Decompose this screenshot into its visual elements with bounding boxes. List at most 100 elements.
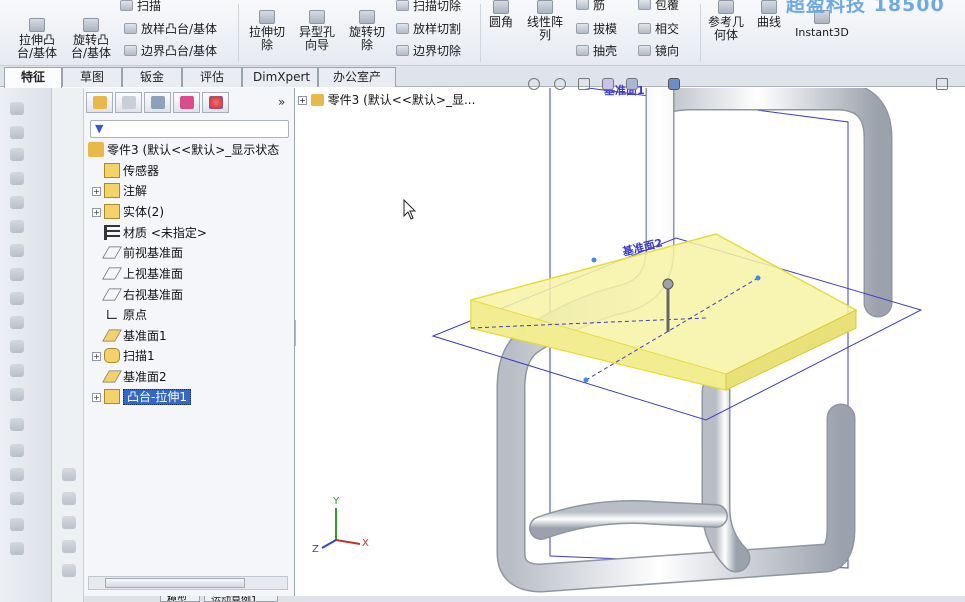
breadcrumb[interactable]: + 零件3 (默认<<默认>_显...	[298, 91, 475, 108]
tree-item-plane2[interactable]: 基准面2	[92, 367, 167, 387]
tab-feature-tree[interactable]	[86, 92, 113, 113]
tab-model[interactable]: 模型	[160, 596, 200, 602]
rib-label: 筋	[593, 0, 606, 12]
tree-item-material[interactable]: 材质 <未指定>	[92, 223, 207, 243]
draft-button[interactable]: 拔模	[576, 20, 617, 37]
curves-button[interactable]: 曲线	[752, 0, 786, 29]
tree-item-top-plane[interactable]: 上视基准面	[92, 264, 183, 284]
scrollbar-thumb[interactable]	[105, 578, 245, 588]
tree-item-front-plane[interactable]: 前视基准面	[92, 243, 183, 263]
revolve-boss-button[interactable]: 旋转凸 台/基体	[68, 18, 114, 60]
tool-icon[interactable]	[62, 468, 76, 481]
graphics-area[interactable]: + 零件3 (默认<<默认>_显... 基准面2 基准面1 Y X Z	[296, 78, 965, 602]
tab-motion-study[interactable]: 运动算例1	[204, 596, 278, 602]
tree-item-sensors[interactable]: 传感器	[92, 161, 159, 181]
command-manager-tabs: 特征 草图 钣金 评估 DimXpert 办公室产品	[0, 66, 965, 103]
tree-item-origin[interactable]: 原点	[92, 305, 147, 325]
tool-icon[interactable]	[10, 418, 24, 431]
view-orientation-icon[interactable]	[626, 78, 638, 90]
reference-geometry-button[interactable]: 参考几 何体	[702, 0, 750, 42]
tree-item-label: 上视基准面	[123, 267, 184, 281]
tool-icon[interactable]	[10, 316, 24, 329]
tab-evaluate[interactable]: 评估	[182, 67, 242, 87]
draft-label: 拔模	[593, 22, 618, 36]
tab-office-products[interactable]: 办公室产品	[318, 67, 396, 103]
previous-view-icon[interactable]	[578, 78, 590, 90]
revolve-cut-button[interactable]: 旋转切 除	[344, 10, 390, 52]
sketch-point	[755, 275, 761, 281]
horizontal-scrollbar[interactable]	[88, 576, 288, 590]
tool-icon[interactable]	[62, 516, 76, 529]
tool-icon[interactable]	[62, 492, 76, 505]
tool-icon[interactable]	[10, 542, 24, 555]
swept-cut-button[interactable]: 扫描切除	[396, 0, 461, 14]
expand-plus-icon[interactable]: +	[298, 96, 307, 105]
tab-features[interactable]: 特征	[4, 67, 62, 88]
intersect-button[interactable]: 相交	[638, 20, 679, 37]
tool-icon[interactable]	[10, 364, 24, 377]
fillet-label: 圆角	[488, 15, 513, 29]
expand-plus-icon[interactable]: +	[92, 352, 101, 361]
tool-icon[interactable]	[10, 340, 24, 353]
tab-sheet-metal[interactable]: 钣金	[122, 67, 182, 87]
extrude-cut-button[interactable]: 拉伸切 除	[244, 10, 290, 52]
revolve-boss-label: 旋转凸 台/基体	[70, 33, 112, 60]
boundary-cut-button[interactable]: 边界切除	[396, 42, 461, 59]
section-view-icon[interactable]	[602, 78, 614, 90]
tab-display-manager[interactable]	[202, 92, 229, 113]
tool-icon[interactable]	[10, 388, 24, 401]
shell-button[interactable]: 抽壳	[576, 42, 617, 59]
tab-dimxpert-manager[interactable]	[173, 92, 200, 113]
extrude-boss-button[interactable]: 拉伸凸 台/基体	[14, 18, 60, 60]
lofted-cut-button[interactable]: 放样切割	[396, 20, 461, 37]
tool-icon[interactable]	[62, 540, 76, 553]
tool-icon[interactable]	[10, 444, 24, 457]
wrap-button[interactable]: 包覆	[638, 0, 679, 13]
display-style-icon[interactable]	[668, 78, 680, 90]
tool-icon[interactable]	[10, 518, 24, 531]
tool-icon[interactable]	[10, 172, 24, 185]
tool-icon[interactable]	[10, 196, 24, 209]
restore-window-icon[interactable]	[936, 78, 948, 90]
feature-manager-tabs: »	[84, 92, 295, 114]
linear-pattern-button[interactable]: 线性阵 列	[522, 0, 568, 42]
tab-dimxpert[interactable]: DimXpert	[242, 67, 318, 87]
zoom-to-area-icon[interactable]	[554, 78, 566, 90]
curves-icon	[761, 0, 777, 14]
sweep-button[interactable]: 扫描	[120, 0, 161, 14]
tool-icon[interactable]	[10, 244, 24, 257]
tab-sketch[interactable]: 草图	[62, 67, 122, 87]
tree-item-solid-bodies[interactable]: + 实体(2)	[92, 202, 164, 222]
fillet-button[interactable]: 圆角	[484, 0, 518, 29]
expand-chevron-icon[interactable]: »	[278, 95, 285, 109]
filter-input[interactable]: ▼	[90, 120, 289, 138]
rib-button[interactable]: 筋	[576, 0, 605, 13]
tool-icon[interactable]	[10, 268, 24, 281]
expand-plus-icon[interactable]: +	[92, 208, 101, 217]
tool-icon[interactable]	[10, 220, 24, 233]
boundary-boss-button[interactable]: 边界凸台/基体	[124, 42, 217, 59]
tab-configuration-manager[interactable]	[144, 92, 171, 113]
tab-property-manager[interactable]	[115, 92, 142, 113]
zoom-to-fit-icon[interactable]	[528, 78, 540, 90]
tree-item-right-plane[interactable]: 右视基准面	[92, 285, 183, 305]
tool-icon[interactable]	[10, 102, 24, 115]
expand-plus-icon[interactable]: +	[92, 187, 101, 196]
tree-root-part[interactable]: 零件3 (默认<<默认>_显示状态	[88, 140, 279, 160]
tool-icon[interactable]	[10, 292, 24, 305]
tool-icon[interactable]	[62, 564, 76, 577]
tool-icon[interactable]	[10, 148, 24, 161]
tool-icon[interactable]	[10, 468, 24, 481]
tree-item-annotations[interactable]: + 注解	[92, 181, 147, 201]
tree-item-plane1[interactable]: 基准面1	[92, 326, 167, 346]
tree-item-sweep1[interactable]: + 扫描1	[92, 346, 155, 366]
loft-boss-button[interactable]: 放样凸台/基体	[124, 20, 217, 37]
tree-item-boss-extrude1[interactable]: + 凸台-拉伸1	[92, 387, 191, 407]
expand-plus-icon[interactable]: +	[92, 393, 101, 402]
tree-item-label: 凸台-拉伸1	[123, 389, 191, 405]
tool-icon[interactable]	[10, 492, 24, 505]
mirror-button[interactable]: 镜向	[638, 42, 679, 59]
hole-wizard-button[interactable]: 异型孔 向导	[294, 10, 340, 52]
tool-icon[interactable]	[10, 126, 24, 139]
boundary-boss-icon	[124, 45, 137, 56]
